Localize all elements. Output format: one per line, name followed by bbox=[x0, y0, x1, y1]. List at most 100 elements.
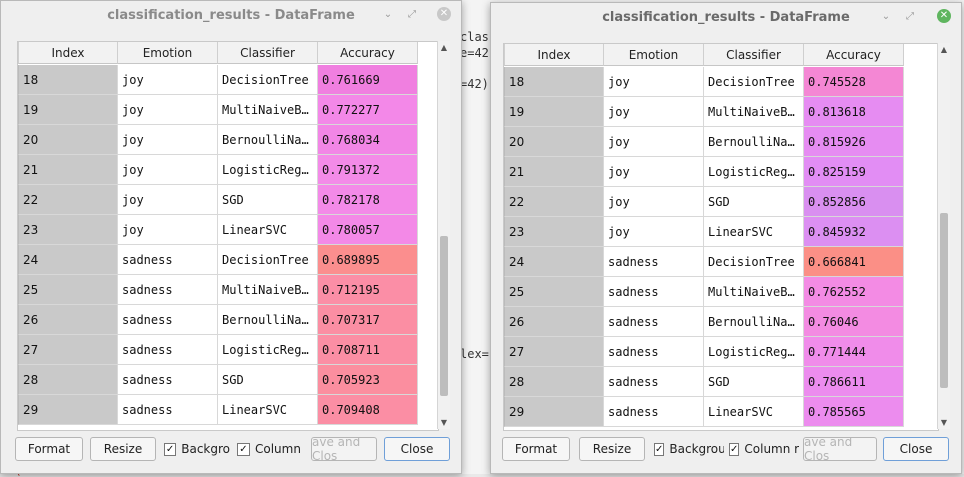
table-cell-index[interactable]: 26 bbox=[504, 307, 604, 337]
table-cell-accuracy[interactable]: 0.761669 bbox=[318, 65, 418, 95]
table-cell-classifier[interactable]: DecisionTree bbox=[218, 65, 318, 95]
table-cell-index[interactable]: 29 bbox=[18, 395, 118, 425]
table-cell-emotion[interactable]: sadness bbox=[118, 305, 218, 335]
table-cell-classifier[interactable]: SGD bbox=[704, 367, 804, 397]
table-cell-accuracy[interactable]: 0.845932 bbox=[804, 217, 904, 247]
table-cell-emotion[interactable]: joy bbox=[604, 97, 704, 127]
column-header-emotion[interactable]: Emotion bbox=[118, 42, 218, 64]
table-cell-index[interactable]: 28 bbox=[18, 365, 118, 395]
table-cell-accuracy[interactable]: 0.708711 bbox=[318, 335, 418, 365]
table-cell-accuracy[interactable]: 0.782178 bbox=[318, 185, 418, 215]
table-cell-accuracy[interactable]: 0.772277 bbox=[318, 95, 418, 125]
table-cell-emotion[interactable]: sadness bbox=[604, 367, 704, 397]
close-button[interactable]: Close bbox=[883, 437, 949, 461]
table-cell-emotion[interactable]: sadness bbox=[118, 245, 218, 275]
background-checkbox[interactable]: ✓ Backgrou bbox=[654, 441, 724, 457]
column-checkbox[interactable]: ✓ Column bbox=[237, 441, 307, 457]
table-cell-accuracy[interactable]: 0.786611 bbox=[804, 367, 904, 397]
table-cell-classifier[interactable]: LinearSVC bbox=[218, 215, 318, 245]
vertical-scrollbar[interactable]: ▲ ▼ bbox=[437, 41, 450, 429]
table-cell-index[interactable]: 22 bbox=[504, 187, 604, 217]
table-cell-emotion[interactable]: sadness bbox=[604, 277, 704, 307]
table-cell-classifier[interactable]: DecisionTree bbox=[218, 245, 318, 275]
table-cell-accuracy[interactable]: 0.666841 bbox=[804, 247, 904, 277]
table-cell-emotion[interactable]: joy bbox=[604, 157, 704, 187]
table-cell-index[interactable]: 19 bbox=[504, 97, 604, 127]
save-and-close-button[interactable]: ave and Clos bbox=[311, 437, 377, 461]
table-cell-accuracy[interactable]: 0.815926 bbox=[804, 127, 904, 157]
background-checkbox[interactable]: ✓ Backgro bbox=[164, 441, 230, 457]
table-cell-emotion[interactable]: joy bbox=[604, 187, 704, 217]
dataframe-window-left[interactable]: classification_results - DataFrame ⌄ ⤢ ✕… bbox=[0, 0, 462, 474]
table-cell-emotion[interactable]: joy bbox=[118, 215, 218, 245]
table-cell-emotion[interactable]: sadness bbox=[604, 397, 704, 427]
table-cell-emotion[interactable]: sadness bbox=[604, 307, 704, 337]
table-cell-classifier[interactable]: BernoulliNa… bbox=[704, 127, 804, 157]
column-header-classifier[interactable]: Classifier bbox=[704, 44, 804, 66]
table-cell-accuracy[interactable]: 0.825159 bbox=[804, 157, 904, 187]
data-table[interactable]: Index Emotion Classifier Accuracy 18 joy D… bbox=[17, 41, 439, 431]
table-cell-index[interactable]: 26 bbox=[18, 305, 118, 335]
table-cell-accuracy[interactable]: 0.689895 bbox=[318, 245, 418, 275]
table-cell-index[interactable]: 25 bbox=[504, 277, 604, 307]
minimize-icon[interactable]: ⌄ bbox=[879, 9, 893, 23]
save-and-close-button[interactable]: ave and Clos bbox=[803, 437, 877, 461]
table-cell-emotion[interactable]: joy bbox=[118, 95, 218, 125]
column-header-accuracy[interactable]: Accuracy bbox=[318, 42, 418, 64]
table-cell-index[interactable]: 24 bbox=[18, 245, 118, 275]
maximize-icon[interactable]: ⤢ bbox=[405, 7, 419, 21]
table-cell-classifier[interactable]: DecisionTree bbox=[704, 247, 804, 277]
column-header-index[interactable]: Index bbox=[504, 44, 604, 66]
table-cell-emotion[interactable]: sadness bbox=[604, 337, 704, 367]
table-cell-classifier[interactable]: BernoulliNa… bbox=[218, 305, 318, 335]
table-cell-accuracy[interactable]: 0.768034 bbox=[318, 125, 418, 155]
table-cell-classifier[interactable]: MultiNaiveB… bbox=[704, 277, 804, 307]
table-cell-accuracy[interactable]: 0.762552 bbox=[804, 277, 904, 307]
window-titlebar[interactable]: classification_results - DataFrame ⌄ ⤢ ✕ bbox=[1, 1, 461, 29]
table-cell-classifier[interactable]: DecisionTree bbox=[704, 67, 804, 97]
column-header-accuracy[interactable]: Accuracy bbox=[804, 44, 904, 66]
scroll-down-icon[interactable]: ▼ bbox=[440, 418, 448, 427]
table-cell-index[interactable]: 24 bbox=[504, 247, 604, 277]
table-cell-index[interactable]: 23 bbox=[504, 217, 604, 247]
table-cell-accuracy[interactable]: 0.709408 bbox=[318, 395, 418, 425]
table-cell-emotion[interactable]: sadness bbox=[118, 275, 218, 305]
format-button[interactable]: Format bbox=[502, 437, 570, 461]
table-cell-emotion[interactable]: joy bbox=[118, 125, 218, 155]
table-cell-classifier[interactable]: LogisticReg… bbox=[218, 155, 318, 185]
table-cell-emotion[interactable]: sadness bbox=[118, 335, 218, 365]
window-titlebar[interactable]: classification_results - DataFrame ⌄ ⤢ ✕ bbox=[491, 3, 961, 31]
table-cell-index[interactable]: 21 bbox=[18, 155, 118, 185]
table-cell-classifier[interactable]: LinearSVC bbox=[704, 397, 804, 427]
scroll-down-icon[interactable]: ▼ bbox=[940, 418, 948, 427]
data-table[interactable]: Index Emotion Classifier Accuracy 18 joy D… bbox=[503, 43, 939, 431]
table-cell-index[interactable]: 27 bbox=[18, 335, 118, 365]
table-cell-classifier[interactable]: LinearSVC bbox=[704, 217, 804, 247]
table-cell-classifier[interactable]: MultiNaiveB… bbox=[704, 97, 804, 127]
column-header-classifier[interactable]: Classifier bbox=[218, 42, 318, 64]
table-cell-classifier[interactable]: MultiNaiveB… bbox=[218, 95, 318, 125]
table-cell-accuracy[interactable]: 0.813618 bbox=[804, 97, 904, 127]
table-cell-index[interactable]: 27 bbox=[504, 337, 604, 367]
table-cell-accuracy[interactable]: 0.780057 bbox=[318, 215, 418, 245]
table-cell-index[interactable]: 18 bbox=[18, 65, 118, 95]
resize-button[interactable]: Resize bbox=[90, 437, 156, 461]
close-button[interactable]: Close bbox=[384, 437, 450, 461]
table-cell-classifier[interactable]: SGD bbox=[218, 365, 318, 395]
table-cell-classifier[interactable]: LogisticReg… bbox=[218, 335, 318, 365]
table-cell-classifier[interactable]: SGD bbox=[704, 187, 804, 217]
table-cell-accuracy[interactable]: 0.791372 bbox=[318, 155, 418, 185]
table-cell-classifier[interactable]: MultiNaiveB… bbox=[218, 275, 318, 305]
table-cell-emotion[interactable]: joy bbox=[118, 185, 218, 215]
close-window-button[interactable]: ✕ bbox=[937, 9, 951, 23]
close-window-button[interactable]: ✕ bbox=[437, 7, 451, 21]
format-button[interactable]: Format bbox=[15, 437, 83, 461]
table-cell-emotion[interactable]: joy bbox=[118, 65, 218, 95]
scrollbar-thumb[interactable] bbox=[440, 236, 448, 396]
table-cell-index[interactable]: 21 bbox=[504, 157, 604, 187]
table-cell-accuracy[interactable]: 0.852856 bbox=[804, 187, 904, 217]
table-cell-index[interactable]: 20 bbox=[504, 127, 604, 157]
table-cell-classifier[interactable]: LinearSVC bbox=[218, 395, 318, 425]
table-cell-classifier[interactable]: BernoulliNa… bbox=[218, 125, 318, 155]
table-cell-accuracy[interactable]: 0.76046 bbox=[804, 307, 904, 337]
